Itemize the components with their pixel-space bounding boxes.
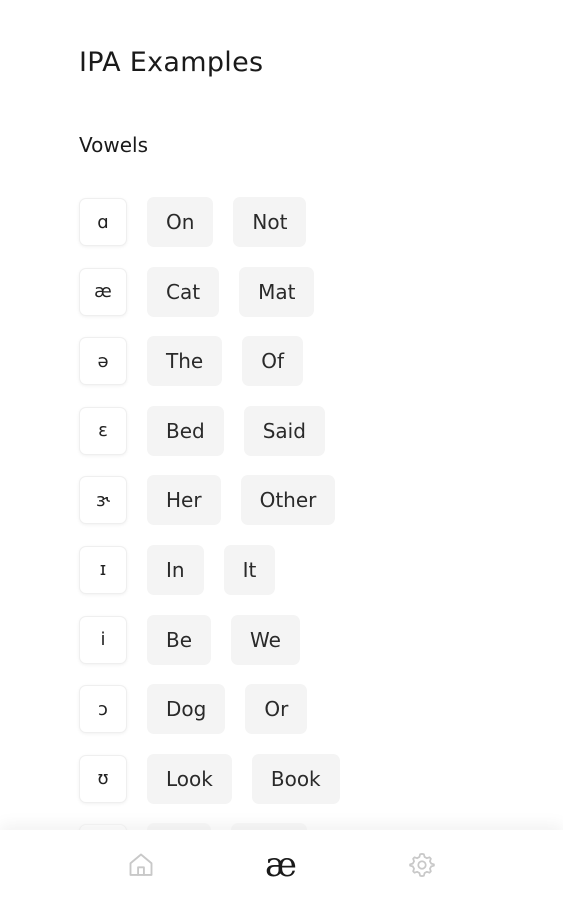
example-word-chip[interactable]: Bed: [147, 405, 224, 456]
example-word-chip[interactable]: Said: [243, 405, 325, 456]
example-word-chip[interactable]: In: [147, 544, 204, 595]
ipa-symbol[interactable]: ɔ: [79, 685, 127, 734]
vowel-row: ɔ Dog Or: [79, 684, 499, 735]
ipa-examples-screen: IPA Examples Vowels ɑ On Not æ Cat Mat ə…: [0, 0, 563, 900]
ipa-symbol[interactable]: ɪ: [79, 545, 127, 594]
example-word-chip[interactable]: Mat: [239, 266, 315, 317]
vowel-row: i Be We: [79, 614, 499, 665]
example-word-chip[interactable]: Cat: [147, 266, 220, 317]
example-word-chip[interactable]: The: [147, 336, 223, 387]
example-word-chip[interactable]: Her: [147, 475, 221, 526]
vowel-row: ɛ Bed Said: [79, 405, 499, 456]
ipa-ae-icon: æ: [265, 845, 297, 885]
nav-settings-tab[interactable]: [392, 830, 452, 900]
example-word-chip[interactable]: Other: [240, 475, 336, 526]
example-word-chip[interactable]: Be: [147, 614, 212, 665]
example-word-chip[interactable]: Or: [245, 684, 308, 735]
vowel-row: ə The Of: [79, 336, 499, 387]
example-word-chip[interactable]: Look: [147, 753, 232, 804]
ipa-symbol[interactable]: æ: [79, 267, 127, 316]
ipa-symbol[interactable]: ʊ: [79, 754, 127, 803]
example-word-chip[interactable]: We: [231, 614, 300, 665]
ipa-symbol[interactable]: ɑ: [79, 198, 127, 246]
vowel-row: ʊ Look Book: [79, 753, 499, 804]
example-word-chip[interactable]: Book: [251, 753, 340, 804]
page-title: IPA Examples: [79, 47, 264, 78]
vowel-row: ɝ Her Other: [79, 475, 499, 526]
home-icon: [129, 853, 153, 876]
ipa-symbol[interactable]: i: [79, 615, 127, 664]
example-word-chip[interactable]: Of: [242, 336, 303, 387]
example-word-chip[interactable]: It: [223, 544, 276, 595]
example-word-chip[interactable]: Not: [233, 197, 307, 247]
section-title-vowels: Vowels: [79, 133, 149, 157]
ipa-symbol[interactable]: ə: [79, 337, 127, 386]
bottom-navigation: æ: [0, 830, 563, 900]
gear-icon: [409, 853, 435, 877]
nav-ipa-tab[interactable]: æ: [251, 830, 311, 900]
ipa-symbol[interactable]: ɝ: [79, 476, 127, 525]
vowel-row: ɑ On Not: [79, 197, 499, 247]
example-word-chip[interactable]: Dog: [147, 684, 226, 735]
vowel-row: ɪ In It: [79, 544, 499, 595]
vowel-list: ɑ On Not æ Cat Mat ə The Of ɛ Bed Said ɝ…: [79, 197, 499, 893]
vowel-row: æ Cat Mat: [79, 266, 499, 317]
ipa-symbol[interactable]: ɛ: [79, 406, 127, 455]
example-word-chip[interactable]: On: [147, 197, 214, 247]
nav-home-tab[interactable]: [111, 830, 171, 900]
